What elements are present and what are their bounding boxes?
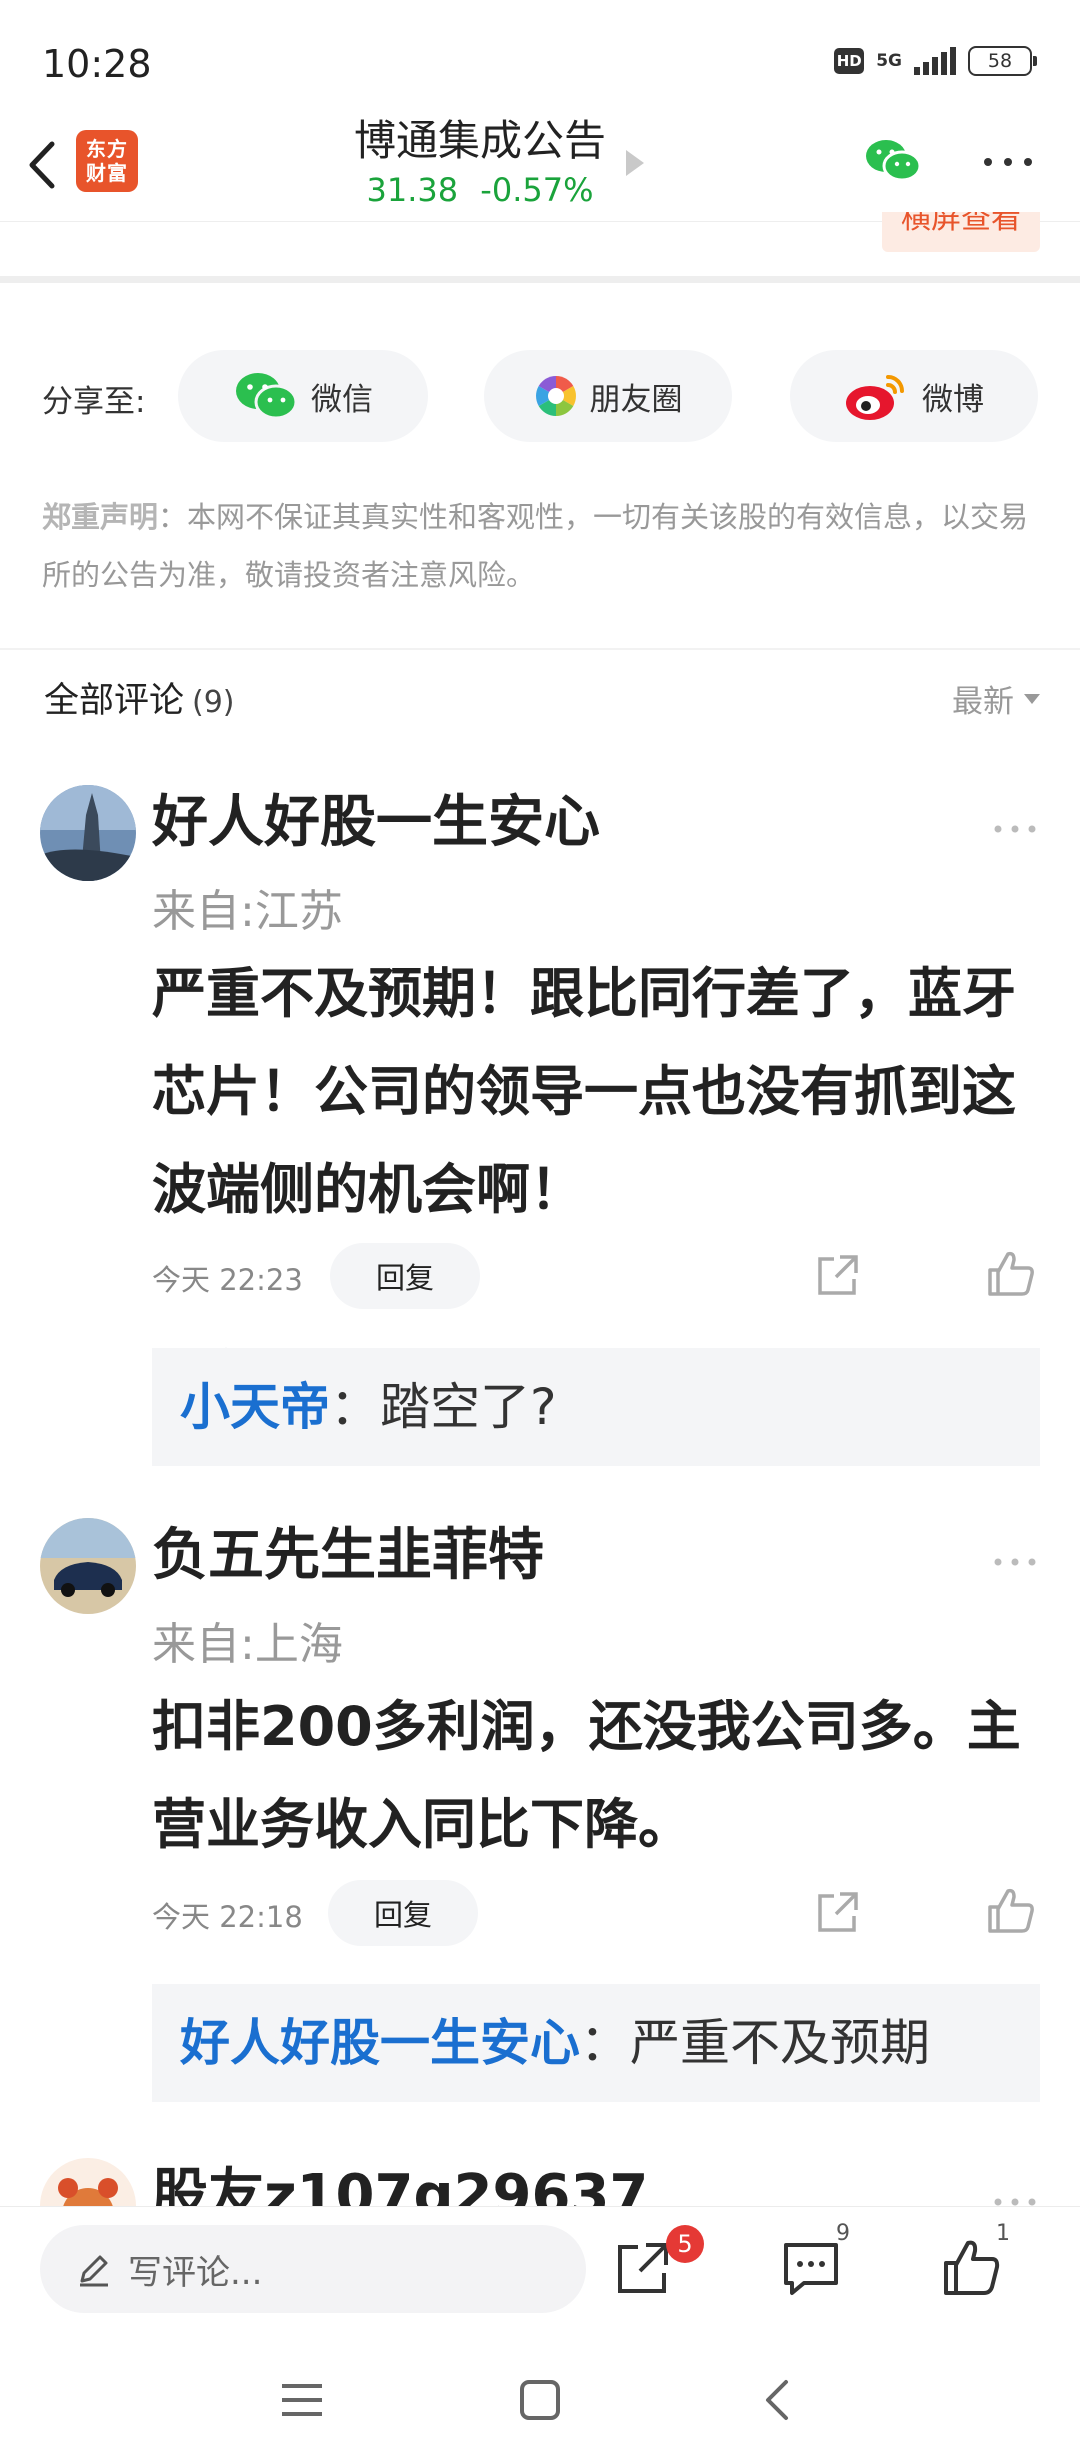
signal-icon bbox=[914, 47, 956, 75]
thumbs-up-icon[interactable] bbox=[986, 1250, 1036, 1298]
share-moments-button[interactable]: 朋友圈 bbox=[484, 350, 732, 442]
write-comment-input[interactable]: 写评论... bbox=[40, 2225, 586, 2313]
top-header: 东方 财富 博通集成公告 31.38 -0.57% bbox=[0, 110, 1080, 222]
system-nav-bar bbox=[0, 2340, 1080, 2460]
wechat-icon[interactable] bbox=[862, 130, 924, 192]
comment-author[interactable]: 好人好股一生安心 bbox=[152, 777, 600, 858]
sort-dropdown[interactable]: 最新 bbox=[952, 676, 1040, 721]
share-icon[interactable] bbox=[814, 1253, 860, 1299]
disclaimer-text: ：本网不保证其真实性和客观性，一切有关该股的有效信息，以交易所的公告为准，敬请投… bbox=[42, 500, 1029, 592]
reply-text: ：踏空了? bbox=[330, 1378, 557, 1436]
avatar[interactable] bbox=[40, 1518, 136, 1614]
hd-icon: HD bbox=[834, 48, 865, 74]
landscape-view-button[interactable]: 横屏查看 bbox=[882, 212, 1040, 252]
status-bar: 10:28 HD 5G 58 bbox=[0, 0, 1080, 120]
share-icon[interactable] bbox=[814, 1890, 860, 1936]
share-label: 分享至: bbox=[42, 384, 146, 420]
comment-location: 来自:上海 bbox=[152, 1619, 343, 1670]
disclaimer-title: 郑重声明 bbox=[42, 500, 159, 534]
divider bbox=[0, 648, 1080, 650]
reply-text: ：严重不及预期 bbox=[580, 2014, 930, 2072]
share-wechat-label: 微信 bbox=[311, 381, 373, 418]
bottom-action-bar: 写评论... 5 9 1 bbox=[0, 2206, 1080, 2336]
share-row: 分享至: 微信 朋友圈 微博 bbox=[0, 350, 1080, 442]
network-type: 5G bbox=[876, 51, 902, 71]
thumbs-up-icon[interactable] bbox=[986, 1887, 1036, 1935]
share-wechat-button[interactable]: 微信 bbox=[178, 350, 428, 442]
comments-count: (9) bbox=[192, 685, 235, 720]
comment-icon[interactable] bbox=[780, 2237, 842, 2299]
battery-icon: 58 bbox=[968, 46, 1037, 76]
pencil-icon bbox=[80, 2255, 108, 2287]
comment-time: 今天 22:23 bbox=[152, 1263, 303, 1297]
reply-button[interactable]: 回复 bbox=[330, 1243, 480, 1309]
back-icon[interactable] bbox=[752, 2374, 804, 2426]
more-dots-icon[interactable] bbox=[990, 1554, 1040, 1570]
comment-location: 来自:江苏 bbox=[152, 886, 343, 937]
home-square-icon[interactable] bbox=[514, 2374, 566, 2426]
stock-change: -0.57% bbox=[480, 171, 594, 209]
share-icon[interactable] bbox=[612, 2237, 674, 2299]
reply-preview[interactable]: 小天帝：踏空了? bbox=[152, 1348, 1040, 1466]
weibo-icon bbox=[846, 375, 904, 420]
caret-down-icon bbox=[1024, 693, 1040, 704]
wechat-icon bbox=[236, 373, 298, 420]
status-icons: HD 5G 58 bbox=[834, 46, 1037, 76]
comments-header: 全部评论 (9) bbox=[44, 672, 235, 723]
moments-icon bbox=[535, 376, 576, 416]
status-time: 10:28 bbox=[42, 42, 152, 86]
share-badge: 5 bbox=[666, 2225, 704, 2263]
stock-price: 31.38 bbox=[366, 171, 459, 209]
reply-author[interactable]: 好人好股一生安心 bbox=[180, 2014, 580, 2072]
reply-preview[interactable]: 好人好股一生安心：严重不及预期 bbox=[152, 1984, 1040, 2102]
section-separator bbox=[0, 276, 1080, 283]
reply-button[interactable]: 回复 bbox=[328, 1880, 478, 1946]
more-dots-icon[interactable] bbox=[990, 821, 1040, 837]
comment-time: 今天 22:18 bbox=[152, 1900, 303, 1934]
like-count: 1 bbox=[996, 2221, 1010, 2246]
comment-text[interactable]: 严重不及预期！跟比同行差了，蓝牙芯片！公司的领导一点也没有抓到这波端侧的机会啊！ bbox=[152, 945, 1032, 1239]
avatar[interactable] bbox=[40, 785, 136, 881]
write-comment-placeholder: 写评论... bbox=[128, 2252, 263, 2293]
page-title: 博通集成公告 bbox=[353, 116, 606, 165]
sort-label: 最新 bbox=[952, 684, 1014, 720]
comment-count: 9 bbox=[836, 2221, 850, 2246]
thumbs-up-icon[interactable] bbox=[940, 2237, 1002, 2299]
comment-author[interactable]: 负五先生韭菲特 bbox=[152, 1510, 544, 1591]
menu-icon[interactable] bbox=[276, 2374, 328, 2426]
play-triangle-icon[interactable] bbox=[626, 150, 644, 176]
share-moments-label: 朋友圈 bbox=[589, 381, 683, 418]
more-dots-icon[interactable] bbox=[980, 148, 1036, 176]
comment-text[interactable]: 扣非200多利润，还没我公司多。主营业务收入同比下降。 bbox=[152, 1678, 1032, 1874]
comments-title: 全部评论 bbox=[44, 681, 185, 721]
stock-quote[interactable]: 31.38 -0.57% bbox=[0, 170, 960, 210]
share-weibo-label: 微博 bbox=[922, 381, 984, 418]
share-weibo-button[interactable]: 微博 bbox=[790, 350, 1038, 442]
disclaimer: 郑重声明：本网不保证其真实性和客观性，一切有关该股的有效信息，以交易所的公告为准… bbox=[42, 488, 1042, 604]
reply-author[interactable]: 小天帝 bbox=[180, 1378, 330, 1436]
